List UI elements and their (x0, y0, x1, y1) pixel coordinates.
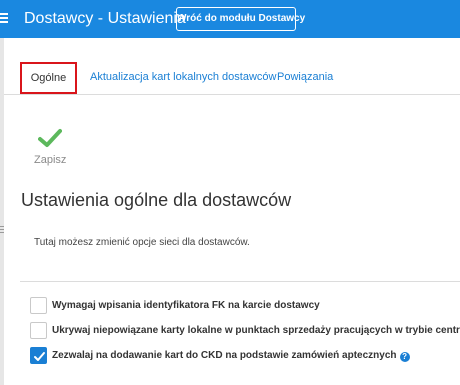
section-description: Tutaj możesz zmienić opcje sieci dla dos… (34, 237, 250, 248)
option-label: Ukrywaj niepowiązane karty lokalne w pun… (52, 325, 460, 336)
option-label: Zezwalaj na dodawanie kart do CKD na pod… (52, 350, 410, 362)
tab-local-cards-update[interactable]: Aktualizacja kart lokalnych dostawców (90, 62, 276, 94)
back-to-suppliers-button[interactable]: Wróć do modułu Dostawcy (176, 7, 305, 31)
hamburger-menu-icon[interactable] (0, 13, 8, 23)
checkbox[interactable] (30, 322, 47, 339)
tab-general[interactable]: Ogólne (20, 62, 77, 94)
tabs-divider (4, 94, 460, 95)
section-title: Ustawienia ogólne dla dostawców (21, 190, 292, 210)
sidebar-grip-icon[interactable] (0, 226, 4, 234)
section-divider (20, 281, 460, 282)
check-icon (34, 352, 45, 361)
save-button[interactable]: Zapisz (34, 154, 66, 166)
checkbox-checked[interactable] (30, 347, 47, 364)
help-icon[interactable]: ? (399, 352, 410, 362)
header-bar: Dostawcy - Ustawienia Wróć do modułu Dos… (0, 0, 460, 38)
sidebar-collapsed-strip[interactable] (0, 38, 4, 385)
checkmark-icon[interactable] (38, 128, 62, 148)
settings-page: Dostawcy - Ustawienia Wróć do modułu Dos… (0, 0, 460, 385)
page-title: Dostawcy - Ustawienia (24, 10, 186, 27)
checkbox[interactable] (30, 297, 47, 314)
option-label: Wymagaj wpisania identyfikatora FK na ka… (52, 300, 320, 311)
option-label-text: Zezwalaj na dodawanie kart do CKD na pod… (52, 350, 397, 361)
tab-links[interactable]: Powiązania (277, 62, 333, 94)
